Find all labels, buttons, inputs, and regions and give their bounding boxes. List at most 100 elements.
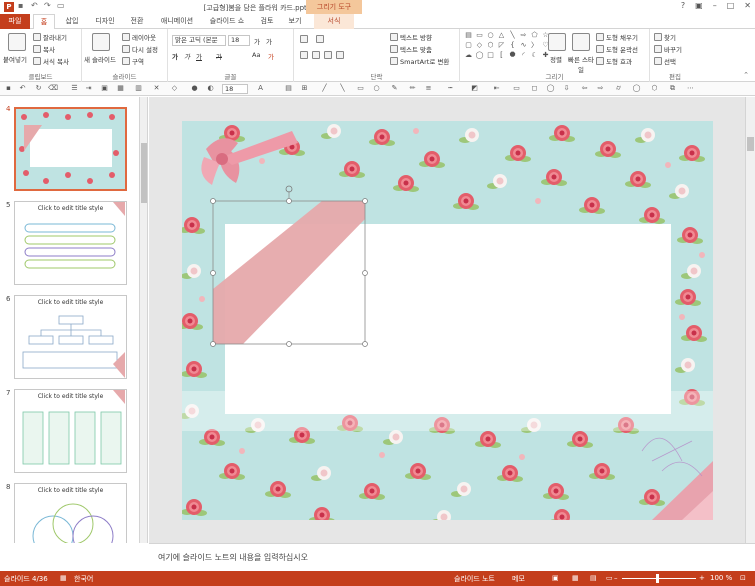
thumbnail-scrollbar[interactable] [140,97,148,543]
speech-icon[interactable]: ◯ [632,84,641,93]
plus-shape-icon[interactable]: ✚ [541,51,550,59]
line-style-icon[interactable]: ≡ [424,84,433,93]
slide-thumbnail-4[interactable] [14,107,127,191]
help-icon[interactable]: ? [681,1,685,10]
tab-insert[interactable]: 삽입 [62,14,82,29]
new-slide-button[interactable]: 새 슬라이드 [84,54,116,64]
thumbnail-scrollbar-thumb[interactable] [141,143,147,203]
tab-transitions[interactable]: 전환 [126,14,148,29]
align-text-button[interactable]: 텍스트 맞춤 [390,44,432,54]
delete-icon[interactable]: ✕ [152,84,161,93]
arrow-shape-icon[interactable]: ⇨ [519,31,528,39]
find-button[interactable]: 찾기 [654,32,676,42]
slide-thumbnail-8[interactable]: Click to edit title style [14,483,127,543]
moon-shape-icon[interactable]: ☾ [530,51,539,59]
close-icon[interactable]: ✕ [744,1,751,10]
slide-scrollbar-thumb[interactable] [747,137,754,151]
rectangle-shape-icon[interactable]: ▭ [475,31,484,39]
shrink-font-button[interactable]: 가 [266,36,272,46]
cut-button[interactable]: 잘라내기 [33,32,67,42]
grow-font-button[interactable]: 가 [254,36,260,46]
diamond-shape-icon[interactable]: ◇ [475,41,484,49]
rectangle-icon[interactable]: ▭ [356,84,365,93]
tab-review[interactable]: 검토 [256,14,278,29]
minimize-icon[interactable]: – [713,1,717,10]
fit-slide-icon[interactable]: ⊡ [740,574,746,582]
hexagon-shape-icon[interactable]: ⬡ [486,41,495,49]
brace-shape-icon[interactable]: { [508,41,517,49]
slide-sorter-icon[interactable]: ▦ [572,574,579,582]
zoom-out-icon[interactable]: – [614,574,618,582]
oval-shape-icon[interactable]: ○ [486,31,495,39]
oval-tool-icon[interactable]: ◯ [546,84,555,93]
curve-shape-icon[interactable]: ∿ [519,41,528,49]
paste-icon[interactable] [8,33,26,51]
font-size-combobox[interactable]: 18 [228,35,250,46]
maximize-icon[interactable]: □ [727,1,735,10]
slide-thumbnail-6[interactable]: Click to edit title style [14,295,127,379]
zoom-slider-thumb[interactable] [656,574,659,583]
color-icon[interactable]: ● [190,84,199,93]
align-icon[interactable]: ⇤ [492,84,501,93]
bracket-shape-icon[interactable]: [ [497,51,506,59]
underline-button[interactable]: 가 [196,51,202,61]
group-icon[interactable]: ⧉ [668,84,677,93]
zoom-in-icon[interactable]: + [699,574,705,582]
spellcheck-icon[interactable]: ▦ [60,574,67,582]
zoom-slider[interactable] [622,578,696,579]
slide-notes-button[interactable]: 슬라이드 노트 [454,574,495,584]
font-color-button[interactable]: 가 [268,51,274,61]
grid-icon[interactable]: ▦ [116,84,125,93]
align-center-button[interactable] [312,51,320,59]
arrange-icon[interactable] [548,33,566,51]
table-icon[interactable]: ⊞ [300,84,309,93]
line-icon[interactable]: ╱ [320,84,329,93]
callout-icon[interactable]: ◻ [530,84,539,93]
eyedropper-icon[interactable]: ✎ [390,84,399,93]
tab-file[interactable]: 파일 [0,14,30,29]
rounded-rect-shape-icon[interactable]: ▢ [464,41,473,49]
hexagon-icon[interactable]: ⬡ [650,84,659,93]
right-arrow-icon[interactable]: ⇨ [596,84,605,93]
zoom-level[interactable]: 100 % [710,574,732,582]
left-arrow-icon[interactable]: ⇦ [580,84,589,93]
replace-button[interactable]: 바꾸기 [654,44,682,54]
shape-effects-button[interactable]: 도형 효과 [596,56,632,66]
numbering-button[interactable] [316,35,324,43]
more-icon[interactable]: ⋯ [686,84,695,93]
redo-icon[interactable]: ↻ [34,84,43,93]
line-icon-2[interactable]: ╲ [338,84,347,93]
arc-shape-icon[interactable]: ◜ [519,51,528,59]
save-icon[interactable]: ▪ [4,84,13,93]
slide-thumbnail-7[interactable]: Click to edit title style [14,389,127,473]
quick-styles-icon[interactable] [572,33,590,51]
cloud-shape-icon[interactable]: ☁ [464,51,473,59]
tab-view[interactable]: 보기 [284,14,306,29]
new-slide-icon[interactable] [92,33,110,51]
circle-shape-icon[interactable]: ◯ [475,51,484,59]
font-size-quick-combobox[interactable]: 18 [222,84,248,94]
smartart-button[interactable]: SmartArt로 변환 [390,56,449,66]
normal-view-icon[interactable]: ▣ [552,574,559,582]
slideshow-view-icon[interactable]: ▭ [606,574,613,582]
tab-design[interactable]: 디자인 [92,14,118,29]
tab-format[interactable]: 서식 [314,14,354,29]
triangle-shape-icon[interactable]: △ [497,31,506,39]
text-direction-button[interactable]: 텍스트 방향 [390,32,432,42]
cylinder-icon[interactable]: ⌭ [614,84,623,93]
reset-button[interactable]: 다시 설정 [122,44,158,54]
callout-shape-icon[interactable]: ◸ [497,41,506,49]
language-indicator[interactable]: 한국어 [74,574,93,584]
paste-button[interactable]: 붙여넣기 [3,54,27,64]
slide-thumbnail-5[interactable]: Click to edit title style [14,201,127,285]
comments-button[interactable]: 메모 [512,574,525,584]
layout-button[interactable]: 레이아웃 [122,32,156,42]
eraser-icon[interactable]: ⌫ [48,84,58,93]
justify-button[interactable] [336,51,344,59]
slide-canvas[interactable] [182,121,713,520]
pentagon-shape-icon[interactable]: ⬠ [530,31,539,39]
change-case-button[interactable]: Aa [252,51,260,59]
oval-icon[interactable]: ○ [372,84,381,93]
select-button[interactable]: 선택 [654,56,676,66]
new-slide-icon[interactable]: ▣ [100,84,109,93]
